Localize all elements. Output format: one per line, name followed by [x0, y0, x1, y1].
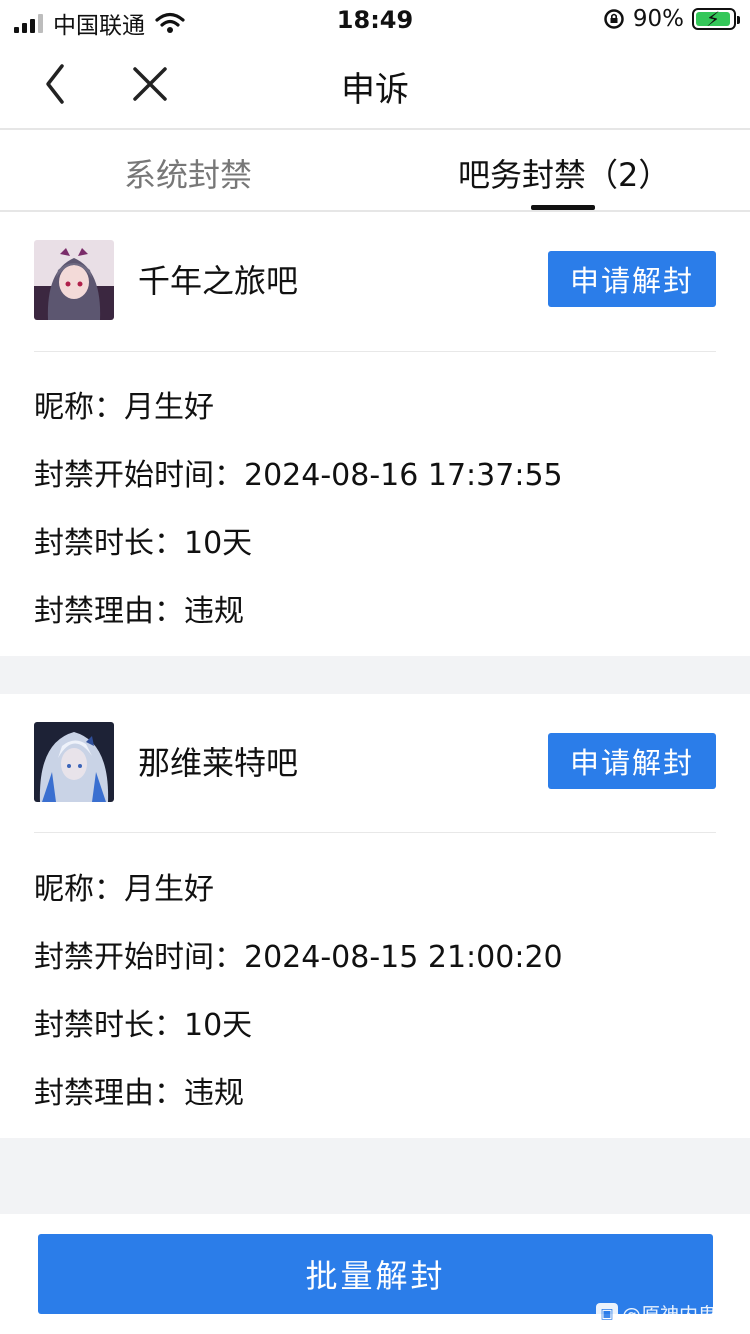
ban-duration-label: 封禁时长：: [34, 1008, 184, 1043]
ban-reason-label: 封禁理由：: [34, 1076, 184, 1111]
bar-name[interactable]: 千年之旅吧: [138, 256, 298, 302]
nickname-value: 月生好: [124, 390, 214, 425]
divider: [34, 832, 716, 833]
ban-reason-value: 违规: [184, 1076, 244, 1111]
nickname-value: 月生好: [124, 872, 214, 907]
watermark-logo-icon: ▣: [596, 1302, 618, 1325]
ban-reason-value: 违规: [184, 594, 244, 629]
ban-reason-label: 封禁理由：: [34, 594, 184, 629]
nickname-label: 昵称：: [34, 872, 124, 907]
ban-card: 千年之旅吧 申请解封 昵称：月生好 封禁开始时间：2024-08-16 17:3…: [0, 212, 750, 656]
bar-avatar: [34, 722, 114, 802]
ban-start-label: 封禁开始时间：: [34, 458, 244, 493]
card-header: 那维莱特吧 申请解封: [0, 694, 750, 834]
nickname-label: 昵称：: [34, 390, 124, 425]
nickname-row: 昵称：月生好: [34, 382, 214, 426]
request-unban-button[interactable]: 申请解封: [548, 733, 716, 789]
ban-start-value: 2024-08-16 17:37:55: [244, 458, 563, 493]
ban-start-label: 封禁开始时间：: [34, 940, 244, 975]
nickname-row: 昵称：月生好: [34, 864, 214, 908]
status-bar: 中国联通 18:49 90% ⚡: [0, 0, 750, 42]
ban-duration-value: 10天: [184, 1008, 253, 1043]
watermark: ▣ @原神内鬼: [596, 1300, 717, 1327]
tab-bar: 系统封禁 吧务封禁（2）: [0, 130, 750, 212]
ban-start-value: 2024-08-15 21:00:20: [244, 940, 563, 975]
bottom-gap: [0, 1138, 750, 1214]
watermark-text: @原神内鬼: [622, 1304, 718, 1326]
bar-name[interactable]: 那维莱特吧: [138, 738, 298, 784]
request-unban-button[interactable]: 申请解封: [548, 251, 716, 307]
ban-duration-value: 10天: [184, 526, 253, 561]
tab-bar-ban[interactable]: 吧务封禁（2）: [458, 150, 670, 196]
ban-start-row: 封禁开始时间：2024-08-15 21:00:20: [34, 932, 563, 976]
status-right: 90% ⚡: [603, 6, 740, 32]
ban-duration-row: 封禁时长：10天: [34, 1000, 252, 1044]
card-separator: [0, 656, 750, 694]
ban-duration-row: 封禁时长：10天: [34, 518, 252, 562]
ban-duration-label: 封禁时长：: [34, 526, 184, 561]
card-header: 千年之旅吧 申请解封: [0, 212, 750, 352]
page-title: 申诉: [341, 70, 409, 110]
tab-system-ban[interactable]: 系统封禁: [124, 150, 252, 196]
ban-reason-row: 封禁理由：违规: [34, 1068, 244, 1112]
nav-bar: 申诉: [0, 42, 750, 130]
battery-percent: 90%: [632, 6, 684, 32]
divider: [34, 351, 716, 352]
orientation-lock-icon: [604, 9, 624, 29]
screen: 中国联通 18:49 90% ⚡ 申诉 系统封禁 吧务封禁（2） 千年之旅吧 申…: [0, 0, 750, 1334]
ban-reason-row: 封禁理由：违规: [34, 586, 244, 630]
ban-card: 那维莱特吧 申请解封 昵称：月生好 封禁开始时间：2024-08-15 21:0…: [0, 694, 750, 1138]
bar-avatar: [34, 240, 114, 320]
battery-icon: ⚡: [692, 7, 740, 31]
active-tab-indicator: [531, 205, 595, 210]
ban-start-row: 封禁开始时间：2024-08-16 17:37:55: [34, 450, 563, 494]
